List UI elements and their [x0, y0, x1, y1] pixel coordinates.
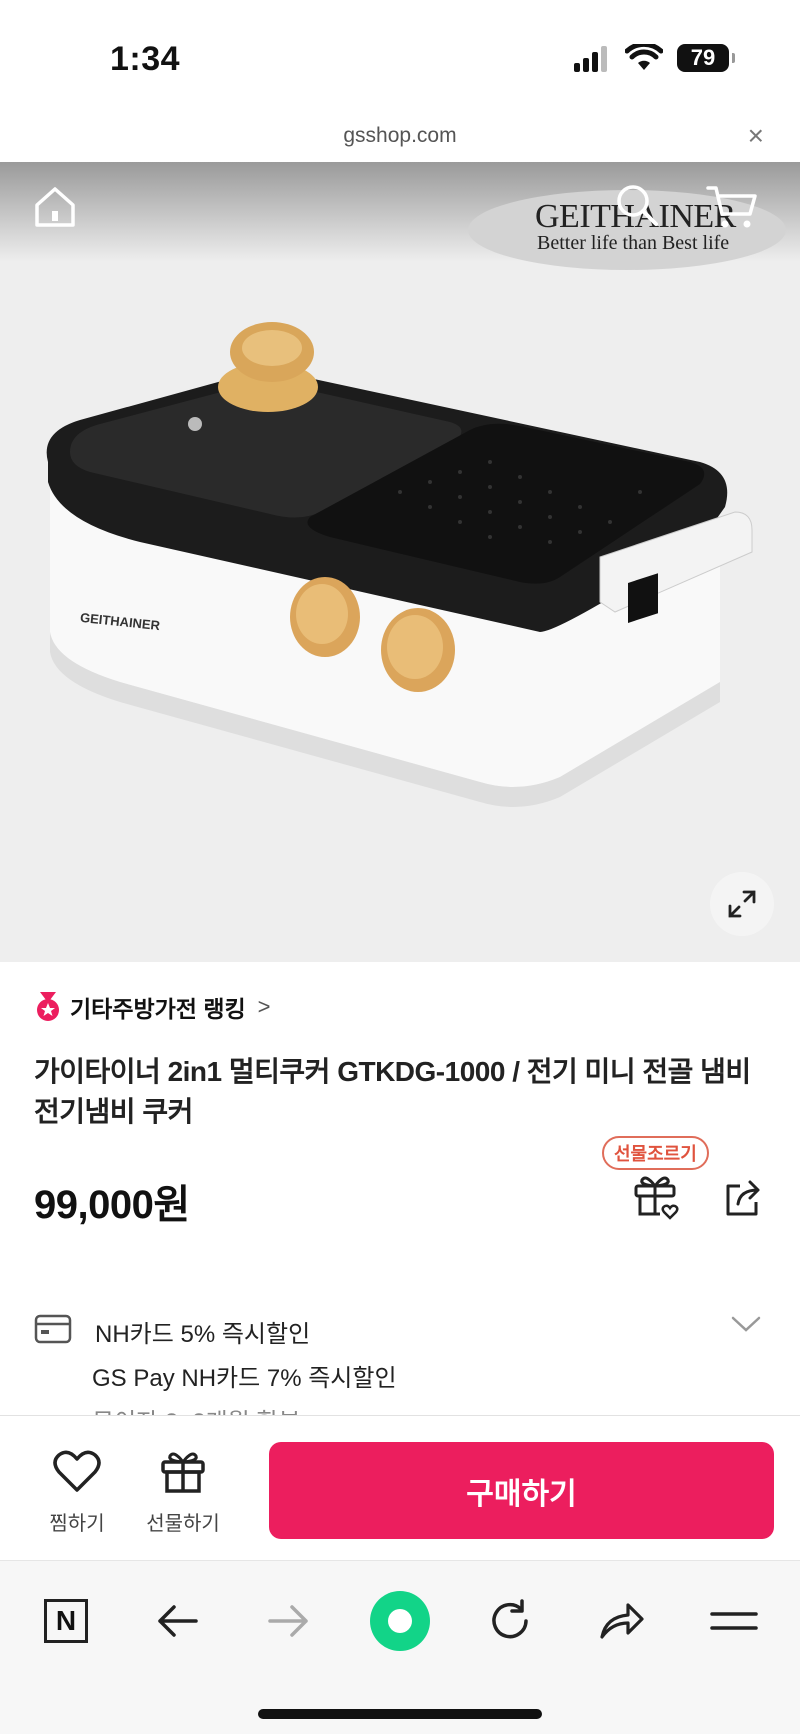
battery-indicator: 79	[677, 44, 735, 72]
cart-icon[interactable]	[706, 184, 758, 230]
reload-button[interactable]	[480, 1591, 540, 1651]
menu-button[interactable]	[704, 1591, 764, 1651]
benefit-line: 무이자 2~3개월 할부	[92, 1402, 301, 1415]
browser-url-bar[interactable]: gsshop.com ×	[0, 110, 800, 162]
product-title: 가이타이너 2in1 멀티쿠커 GTKDG-1000 / 전기 미니 전골 냄비…	[34, 1056, 751, 1127]
wishlist-label: 찜하기	[49, 1513, 105, 1535]
expand-icon	[728, 890, 756, 918]
product-price: 99,000원	[34, 1183, 190, 1227]
expand-image-button[interactable]	[710, 872, 774, 936]
naver-icon: N	[44, 1599, 88, 1643]
gift-button[interactable]: 선물하기	[138, 1448, 228, 1536]
forward-button[interactable]	[258, 1591, 318, 1651]
gift-request-badge[interactable]: 선물조르기	[602, 1136, 709, 1170]
cellular-signal-icon	[574, 46, 610, 72]
ranking-link[interactable]: 기타주방가전 랭킹 >	[34, 990, 271, 1024]
naver-home-button[interactable]: N	[36, 1591, 96, 1651]
share-icon[interactable]	[724, 1178, 764, 1218]
ranking-medal-icon	[37, 992, 59, 1021]
share-button[interactable]	[592, 1591, 652, 1651]
benefit-line: GS Pay NH카드 7% 즉시할인	[92, 1365, 397, 1392]
gift-label: 선물하기	[146, 1513, 220, 1535]
browser-toolbar: N	[0, 1560, 800, 1734]
arrow-right-icon	[268, 1605, 308, 1637]
heart-icon	[53, 1450, 101, 1492]
purchase-bar: 찜하기 선물하기 구매하기	[0, 1415, 800, 1560]
share-arrow-icon	[600, 1603, 644, 1639]
chevron-right-icon: >	[257, 994, 271, 1019]
product-photo	[46, 322, 753, 807]
hamburger-menu-icon	[710, 1612, 758, 1630]
search-icon[interactable]	[614, 182, 660, 228]
wishlist-button[interactable]: 찜하기	[32, 1448, 122, 1536]
back-button[interactable]	[148, 1591, 208, 1651]
card-benefits[interactable]: NH카드 5% 즉시할인 GS Pay NH카드 7% 즉시할인 무이자 2~3…	[0, 1300, 800, 1415]
product-image[interactable]: GEITHAINER GEITHAINER Better life than B…	[0, 162, 800, 962]
status-bar: 1:34 79	[0, 0, 800, 110]
home-indicator	[258, 1709, 542, 1719]
status-time: 1:34	[110, 40, 181, 78]
wifi-icon	[625, 44, 663, 70]
buy-button[interactable]: 구매하기	[269, 1442, 774, 1539]
gift-icon	[161, 1452, 205, 1493]
arrow-left-icon	[158, 1605, 198, 1637]
brand-tagline: Better life than Best life	[537, 232, 730, 254]
gift-request-icon[interactable]	[632, 1172, 680, 1220]
url-text[interactable]: gsshop.com	[0, 124, 800, 148]
benefit-line: NH카드 5% 즉시할인	[95, 1321, 311, 1348]
reload-icon	[492, 1599, 528, 1639]
close-icon[interactable]: ×	[748, 120, 764, 152]
ranking-label: 기타주방가전 랭킹	[70, 996, 246, 1022]
chevron-down-icon[interactable]	[730, 1314, 762, 1334]
green-dot-icon	[370, 1591, 430, 1651]
credit-card-icon	[34, 1314, 72, 1344]
green-dot-button[interactable]	[370, 1591, 430, 1651]
home-icon[interactable]	[32, 184, 78, 230]
